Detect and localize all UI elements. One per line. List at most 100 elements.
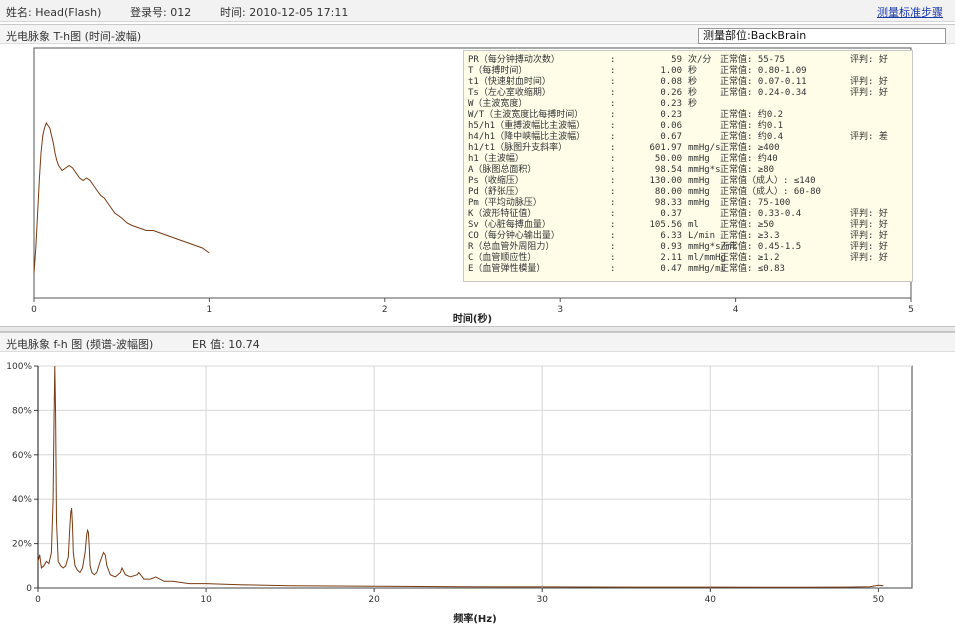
metric-unit: L/min: [688, 231, 716, 241]
metric-normal-range: 正常值: 约0.1: [720, 121, 784, 131]
metric-row: h4/h1（降中峡幅比主波幅）: 0.67 正常值: 约0.4 评判: 差: [464, 132, 912, 142]
metric-name: Pd（舒张压）: [468, 187, 524, 197]
x-axis-title: 频率(Hz): [453, 612, 496, 625]
metric-separator: :: [610, 121, 616, 131]
x-axis-title: 时间(秒): [453, 312, 492, 325]
metric-value: 0.47: [660, 264, 682, 274]
metric-name: W/T（主波宽度比每搏时间）: [468, 110, 584, 120]
metric-row: Pm（平均动脉压）: 98.33 mmHg 正常值: 75-100: [464, 198, 912, 208]
metric-row: W/T（主波宽度比每搏时间）: 0.23 正常值: 约0.2: [464, 110, 912, 120]
x-tick-label: 40: [705, 595, 717, 605]
metric-value: 0.37: [660, 209, 682, 219]
metric-separator: :: [610, 264, 616, 274]
metric-value: 0.08: [660, 77, 682, 87]
metric-unit: 秒: [688, 88, 698, 98]
metric-row: Ts（左心室收缩期）: 0.26 秒 正常值: 0.24-0.34 评判: 好: [464, 88, 912, 98]
metric-unit: 秒: [688, 99, 698, 109]
metric-row: h1/t1（脉图升支斜率）: 601.97 mmHg/s 正常值: ≥400: [464, 143, 912, 153]
y-tick-label: 20%: [12, 540, 32, 550]
metric-name: h5/h1（重搏波幅比主波幅）: [468, 121, 586, 131]
metric-name: h1（主波幅）: [468, 154, 524, 164]
metric-unit: mmHg: [688, 176, 710, 186]
metric-separator: :: [610, 132, 616, 142]
metric-normal-range: 正常值: ≥400: [720, 143, 780, 153]
metric-name: Pm（平均动脉压）: [468, 198, 542, 208]
metric-unit: mmHg: [688, 154, 710, 164]
metric-judgement: 评判: 好: [850, 55, 888, 65]
metric-value: 59: [671, 55, 682, 65]
metric-value: 0.06: [660, 121, 682, 131]
metric-normal-range: 正常值: 75-100: [720, 198, 791, 208]
metric-normal-range: 正常值: 0.07-0.11: [720, 77, 807, 87]
metric-normal-range: 正常值: ≥50: [720, 220, 775, 230]
metric-unit: mmHg*s: [688, 165, 721, 175]
login-number: 登录号: 012: [130, 6, 192, 19]
metric-normal-range: 正常值: 约0.4: [720, 132, 784, 142]
x-tick-label: 3: [557, 305, 563, 315]
metric-row: C（血管顺应性）:2.11 ml/mmHg 正常值: ≥1.2 评判: 好: [464, 253, 912, 263]
metric-value: 0.67: [660, 132, 682, 142]
metric-row: E（血管弹性模量）:0.47 mmHg/ml 正常值: ≤0.83: [464, 264, 912, 274]
metric-name: PR（每分钟搏动次数）: [468, 55, 560, 65]
metric-judgement: 评判: 好: [850, 220, 888, 230]
metric-separator: :: [610, 231, 616, 241]
metric-unit: mmHg: [688, 187, 710, 197]
metric-separator: :: [610, 209, 616, 219]
measurement-position-field: 测量部位:BackBrain: [698, 28, 946, 44]
metric-name: h4/h1（降中峡幅比主波幅）: [468, 132, 586, 142]
metric-normal-range: 正常值: ≥1.2: [720, 253, 780, 263]
measurement-steps-link[interactable]: 测量标准步骤: [877, 4, 943, 20]
metric-row: R（总血管外周阻力）:0.93 mmHg*s/ml 正常值: 0.45-1.5 评判:…: [464, 242, 912, 252]
metric-separator: :: [610, 66, 616, 76]
record-time: 时间: 2010-12-05 17:11: [220, 6, 349, 19]
metric-name: Ts（左心室收缩期）: [468, 88, 551, 98]
metric-value: 0.23: [660, 110, 682, 120]
metric-separator: :: [610, 55, 616, 65]
metric-normal-range: 正常值: ≤0.83: [720, 264, 785, 274]
metric-value: 105.56: [649, 220, 682, 230]
metric-judgement: 评判: 好: [850, 253, 888, 263]
metric-row: W（主波宽度）: 0.23 秒: [464, 99, 912, 109]
x-tick-label: 0: [35, 595, 41, 605]
x-tick-label: 1: [207, 305, 213, 315]
metric-judgement: 评判: 好: [850, 209, 888, 219]
y-tick-label: 60%: [12, 451, 32, 461]
plot-area: [37, 365, 913, 589]
header-bar: 姓名: Head(Flash) 登录号: 012 时间: 2010-12-05 …: [0, 0, 955, 22]
metric-row: A（脉图总面积）: 98.54 mmHg*s 正常值: ≥80: [464, 165, 912, 175]
metric-normal-range: 正常值: 0.45-1.5: [720, 242, 802, 252]
metric-normal-range: 正常值: 55-75: [720, 55, 785, 65]
y-tick-label: 40%: [12, 495, 32, 505]
er-value: ER 值: 10.74: [192, 338, 260, 351]
x-tick-label: 0: [31, 305, 37, 315]
metric-value: 0.23: [660, 99, 682, 109]
spectrum-chart-title: 光电脉象 f-h 图 (频谱-波幅图): [6, 338, 154, 351]
x-tick-label: 10: [200, 595, 212, 605]
metric-row: Ps（收缩压）: 130.00 mmHg 正常值（成人）: ≤140: [464, 176, 912, 186]
metric-normal-range: 正常值: 0.24-0.34: [720, 88, 807, 98]
metric-name: t1（快速射血时间）: [468, 77, 551, 87]
metric-value: 2.11: [660, 253, 682, 263]
metric-judgement: 评判: 好: [850, 242, 888, 252]
metric-row: Sv（心脏每搏血量）: 105.56 ml 正常值: ≥50 评判: 好: [464, 220, 912, 230]
metric-normal-range: 正常值: ≥80: [720, 165, 775, 175]
metric-separator: :: [610, 77, 616, 87]
metric-row: K（波形特征值）: 0.37 正常值: 0.33-0.4 评判: 好: [464, 209, 912, 219]
metric-name: E（血管弹性模量）: [468, 264, 546, 274]
metrics-panel: PR（每分钟搏动次数）:59 次/分 正常值: 55-75 评判: 好 T（每搏时间）:…: [463, 50, 913, 282]
metric-separator: :: [610, 242, 616, 252]
metric-normal-range: 正常值: 约40: [720, 154, 778, 164]
metric-value: 130.00: [649, 176, 682, 186]
y-tick-label: 80%: [12, 406, 32, 416]
metric-row: h1（主波幅）: 50.00 mmHg 正常值: 约40: [464, 154, 912, 164]
frequency-spectrum-chart: 0 20% 40% 60% 80% 100% 0 10 20 30 40 50 频率(Hz): [6, 362, 913, 625]
metric-judgement: 评判: 好: [850, 231, 888, 241]
metric-judgement: 评判: 好: [850, 77, 888, 87]
metric-value: 1.00: [660, 66, 682, 76]
metric-row: CO（每分钟心输出量）: 6.33 L/min 正常值: ≥3.3 评判: 好: [464, 231, 912, 241]
metric-unit: mmHg/s: [688, 143, 721, 153]
metric-separator: :: [610, 198, 616, 208]
metric-name: W（主波宽度）: [468, 99, 528, 109]
metric-unit: ml: [688, 220, 699, 230]
metric-name: R（总血管外周阻力）: [468, 242, 555, 252]
